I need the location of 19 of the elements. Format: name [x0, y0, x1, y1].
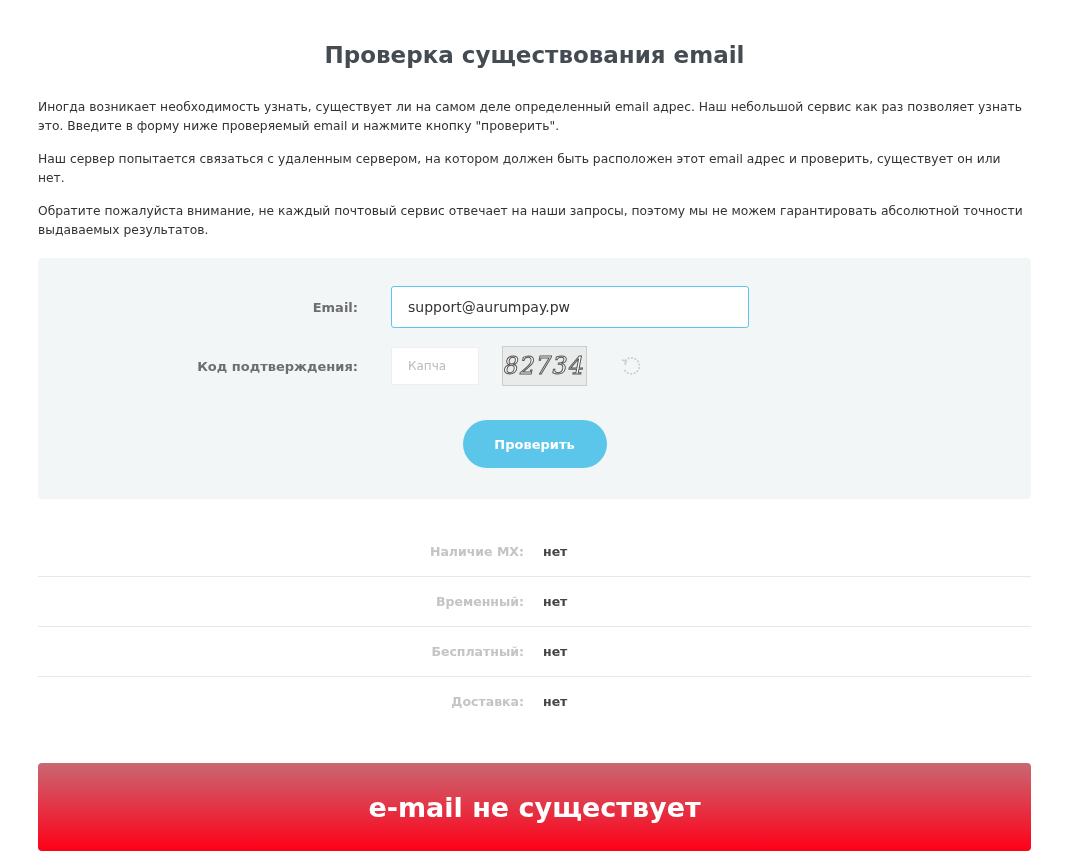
result-value: нет [543, 544, 569, 559]
result-label: Доставка: [450, 694, 524, 709]
field-label: Email: [311, 299, 358, 315]
page-title: Проверка существования email [323, 42, 746, 68]
intro-paragraph: Наш сервер попытается связаться с удаленным сервером, на котором должен быть расположен этот email адрес и проверить, существует он или нет. [38, 151, 1002, 187]
field-label: Код подтверждения: [196, 358, 358, 374]
result-label: Временный: [435, 594, 524, 609]
result-label: Бесплатный: [430, 644, 524, 659]
result-label: Наличие MX: [428, 544, 524, 559]
result-value: нет [543, 694, 569, 709]
captcha-image: 82734 [502, 346, 587, 386]
result-banner: e-mail не существует [38, 763, 1031, 851]
intro-paragraph: Обратите пожалуйста внимание, не каждый почтовый сервис отвечает на наши запросы, поэтому мы не можем гарантировать абсолютной точности выдаваемых результатов. [38, 203, 1024, 239]
result-value: нет [543, 594, 569, 609]
refresh-icon[interactable] [620, 355, 642, 377]
result-value: нет [543, 644, 569, 659]
captcha-field[interactable]: Капча [391, 347, 479, 385]
email-field[interactable]: support@aurumpay.pw [391, 286, 749, 328]
intro-paragraph: Иногда возникает необходимость узнать, существует ли на самом деле определенный email адрес. Наш небольшой сервис как раз позволяет узнать это. Введите в форму ниже проверяемый email и нажмите кнопку "проверить". [38, 99, 1023, 135]
